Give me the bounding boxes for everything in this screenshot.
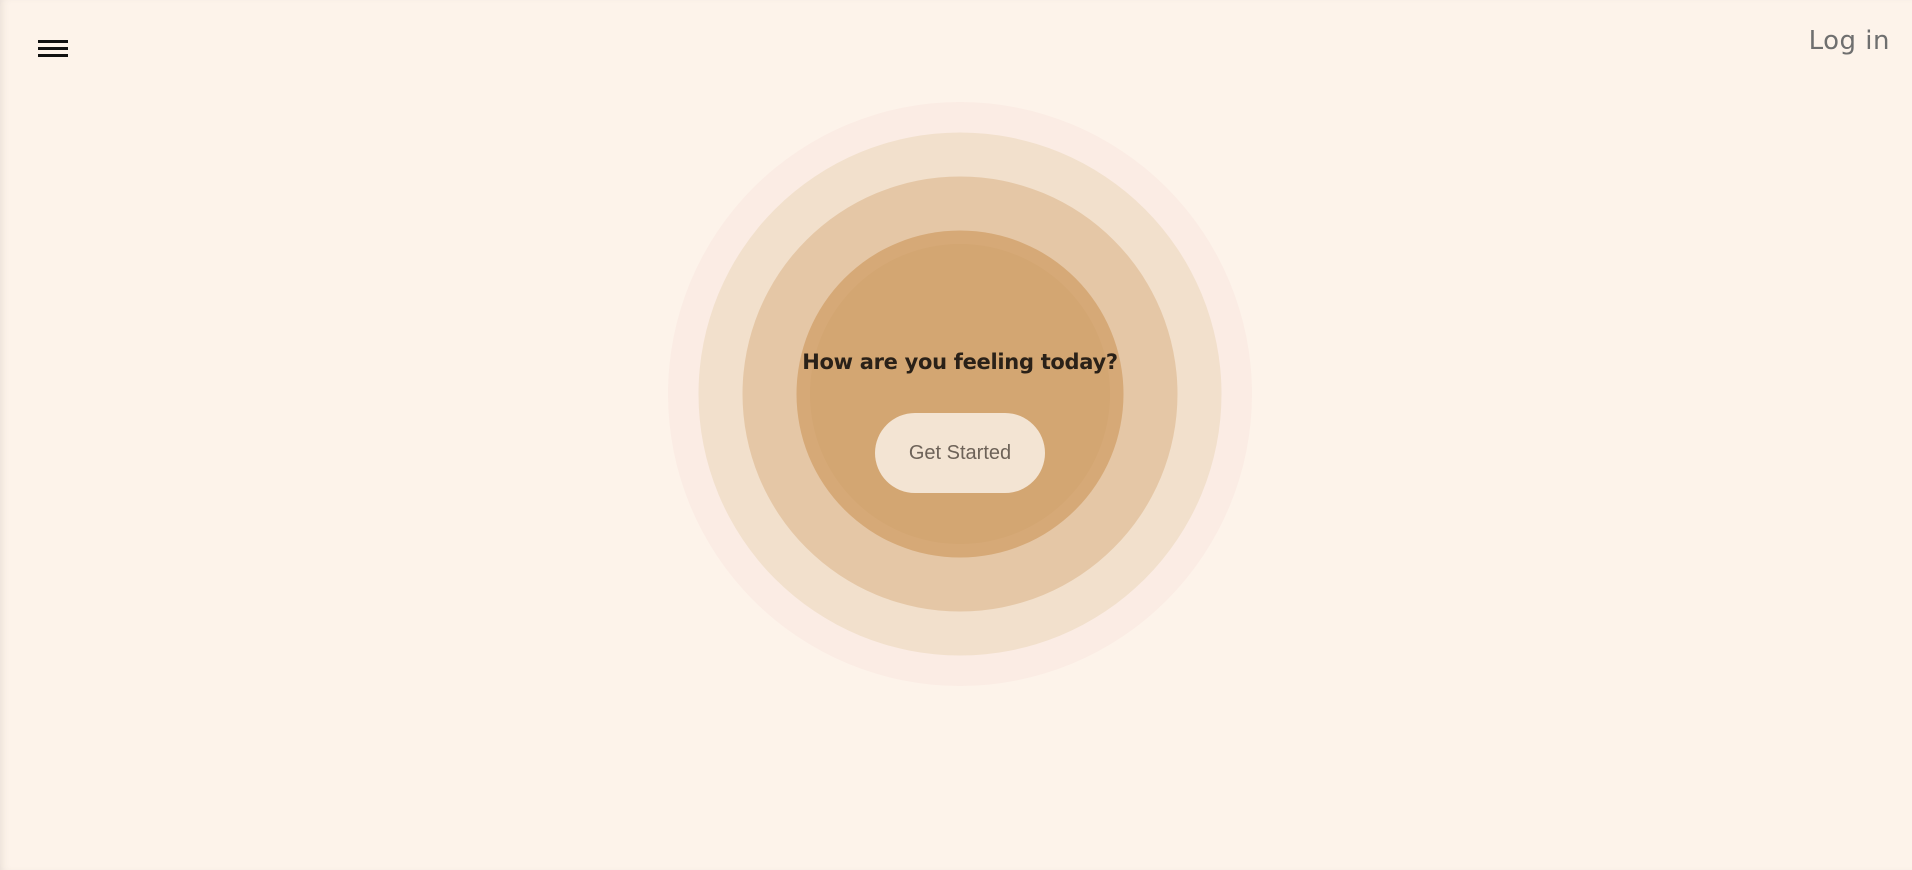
login-link[interactable]: Log in (1809, 26, 1890, 56)
hero-prompt: How are you feeling today? (802, 350, 1118, 374)
get-started-button[interactable]: Get Started (875, 413, 1045, 493)
decorative-ring-inner (810, 244, 1110, 544)
menu-bar (38, 54, 68, 57)
menu-bar (38, 47, 68, 50)
hamburger-menu-icon[interactable] (38, 40, 70, 62)
menu-bar (38, 40, 68, 43)
landing-page: Log in How are you feeling today? Get St… (0, 0, 1912, 870)
